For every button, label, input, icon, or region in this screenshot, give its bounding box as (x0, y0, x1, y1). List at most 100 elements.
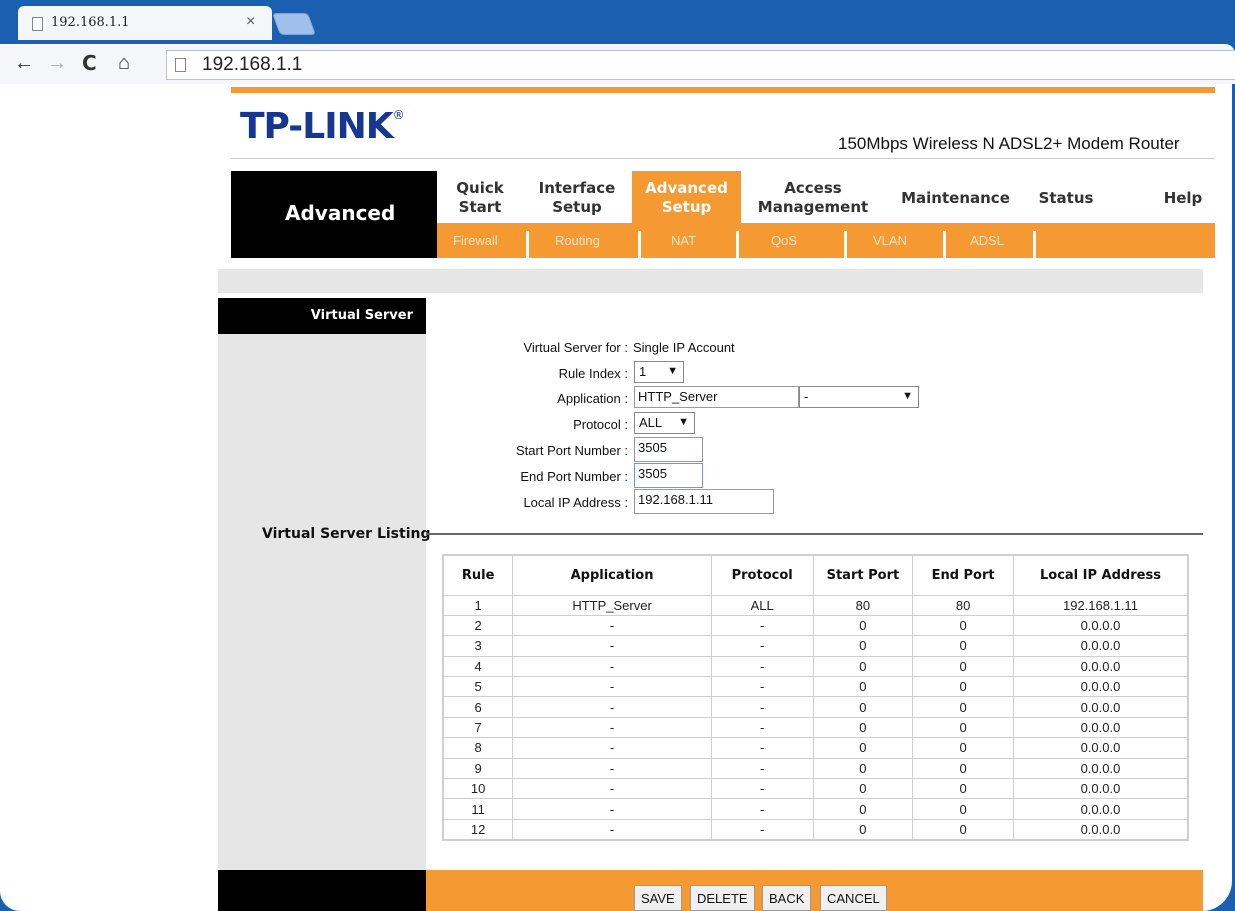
table-cell: 0 (812, 757, 914, 780)
table-cell: - (710, 798, 814, 820)
tp-link-logo: TP-LINK® (240, 106, 405, 147)
col-application: Application (512, 554, 712, 596)
close-icon[interactable]: × (246, 13, 255, 31)
table-cell: 0.0.0.0 (1012, 635, 1189, 657)
dropdown-arrow-icon: ▼ (678, 416, 689, 428)
submenu-nat[interactable]: NAT (671, 233, 696, 248)
end-port-label: End Port Number : (520, 469, 628, 484)
table-cell: 0.0.0.0 (1012, 778, 1189, 800)
delete-button[interactable]: DELETE (690, 885, 755, 911)
col-rule: Rule (442, 554, 514, 596)
section-title: Advanced (285, 201, 396, 225)
table-row: 5- -0 0 0.0.0.0 (442, 676, 1189, 698)
table-cell: 3 (442, 635, 514, 657)
application-label: Application : (557, 391, 628, 406)
menu-interface-setup[interactable]: Interface Setup (530, 179, 624, 217)
menu-status[interactable]: Status (1033, 189, 1099, 208)
table-cell: 0 (812, 614, 914, 637)
submenu-firewall[interactable]: Firewall (453, 233, 498, 248)
submenu-divider (844, 231, 847, 258)
table-cell: 0 (812, 676, 914, 698)
listing-divider (426, 533, 1203, 535)
menu-help[interactable]: Help (1158, 189, 1208, 208)
table-cell: 192.168.1.11 (1012, 594, 1189, 616)
table-cell: 0 (912, 716, 1014, 739)
table-cell: 7 (442, 716, 514, 739)
table-cell: 0.0.0.0 (1012, 655, 1189, 678)
table-cell: 0 (912, 778, 1014, 800)
table-row: 11- -0 0 0.0.0.0 (442, 798, 1189, 820)
table-cell: 0 (912, 655, 1014, 678)
application-input[interactable]: HTTP_Server (634, 386, 799, 408)
table-row: 1 HTTP_Server ALL 80 80 192.168.1.11 (442, 594, 1189, 616)
end-port-input[interactable]: 3505 (634, 463, 703, 488)
side-title: Virtual Server (310, 308, 413, 323)
menu-maintenance[interactable]: Maintenance (895, 189, 1016, 208)
reload-icon[interactable]: C (82, 52, 97, 74)
table-cell: 0.0.0.0 (1012, 614, 1189, 637)
new-tab-button[interactable] (271, 13, 317, 35)
table-cell: 0 (912, 818, 1014, 841)
table-cell: 0 (912, 676, 1014, 698)
table-cell: 80 (912, 594, 1014, 616)
protocol-label: Protocol : (573, 417, 628, 432)
dropdown-arrow-icon: ▼ (667, 365, 678, 377)
table-row: 3- -0 0 0.0.0.0 (442, 635, 1189, 657)
table-row: 8- -0 0 0.0.0.0 (442, 737, 1189, 759)
table-cell: 0.0.0.0 (1012, 798, 1189, 820)
table-cell: HTTP_Server (512, 594, 712, 616)
table-cell: 5 (442, 676, 514, 698)
back-button[interactable]: BACK (762, 885, 812, 911)
virtual-server-for-label: Virtual Server for : (523, 340, 628, 355)
col-local-ip: Local IP Address (1012, 554, 1189, 596)
listing-title: Virtual Server Listing (262, 526, 431, 542)
page-icon (175, 58, 186, 72)
browser-tab[interactable]: 192.168.1.1 × (18, 6, 272, 40)
col-start-port: Start Port (812, 554, 914, 596)
table-cell: 0 (912, 757, 1014, 780)
submenu-bar: Firewall Routing NAT QoS VLAN ADSL (437, 223, 1215, 258)
save-button[interactable]: SAVE (634, 885, 682, 911)
home-icon[interactable]: ⌂ (118, 52, 130, 74)
footer-left-block (218, 870, 426, 911)
table-cell: 0 (812, 716, 914, 739)
table-cell: - (512, 635, 712, 657)
menu-quick-start[interactable]: Quick Start (448, 179, 512, 217)
model-name: 150Mbps Wireless N ADSL2+ Modem Router (838, 134, 1180, 153)
table-cell: 0 (912, 696, 1014, 718)
page-viewport: TP-LINK® 150Mbps Wireless N ADSL2+ Modem… (0, 84, 1232, 911)
table-cell: 0.0.0.0 (1012, 757, 1189, 780)
tab-title: 192.168.1.1 (51, 15, 130, 30)
start-port-input[interactable]: 3505 (634, 437, 703, 462)
cancel-button[interactable]: CANCEL (820, 885, 887, 911)
back-arrow-icon[interactable]: ← (14, 52, 34, 74)
address-bar[interactable]: 192.168.1.1 (166, 50, 1235, 80)
application-select[interactable]: - ▼ (799, 386, 919, 408)
table-row: 2- -0 0 0.0.0.0 (442, 614, 1189, 637)
table-cell: - (710, 635, 814, 657)
table-cell: - (512, 737, 712, 759)
table-cell: - (512, 655, 712, 678)
table-cell: - (512, 818, 712, 841)
col-end-port: End Port (912, 554, 1014, 596)
table-cell: - (710, 737, 814, 759)
table-cell: - (710, 757, 814, 780)
table-cell: - (710, 655, 814, 678)
menu-advanced-setup[interactable]: Advanced Setup (632, 179, 741, 217)
submenu-adsl[interactable]: ADSL (970, 233, 1004, 248)
rule-index-label: Rule Index : (558, 366, 628, 381)
table-cell: 11 (442, 798, 514, 820)
menu-access-management[interactable]: Access Management (752, 179, 874, 217)
local-ip-input[interactable]: 192.168.1.11 (634, 489, 774, 514)
submenu-routing[interactable]: Routing (555, 233, 600, 248)
rule-index-select[interactable]: 1 ▼ (634, 361, 684, 383)
submenu-vlan[interactable]: VLAN (873, 233, 907, 248)
table-row: 6- -0 0 0.0.0.0 (442, 696, 1189, 718)
table-cell: 8 (442, 737, 514, 759)
submenu-qos[interactable]: QoS (771, 233, 797, 248)
forward-arrow-icon[interactable]: → (47, 52, 67, 74)
table-row: 12- -0 0 0.0.0.0 (442, 818, 1189, 841)
local-ip-label: Local IP Address : (523, 495, 628, 510)
table-cell: 0.0.0.0 (1012, 696, 1189, 718)
protocol-select[interactable]: ALL ▼ (634, 412, 695, 434)
